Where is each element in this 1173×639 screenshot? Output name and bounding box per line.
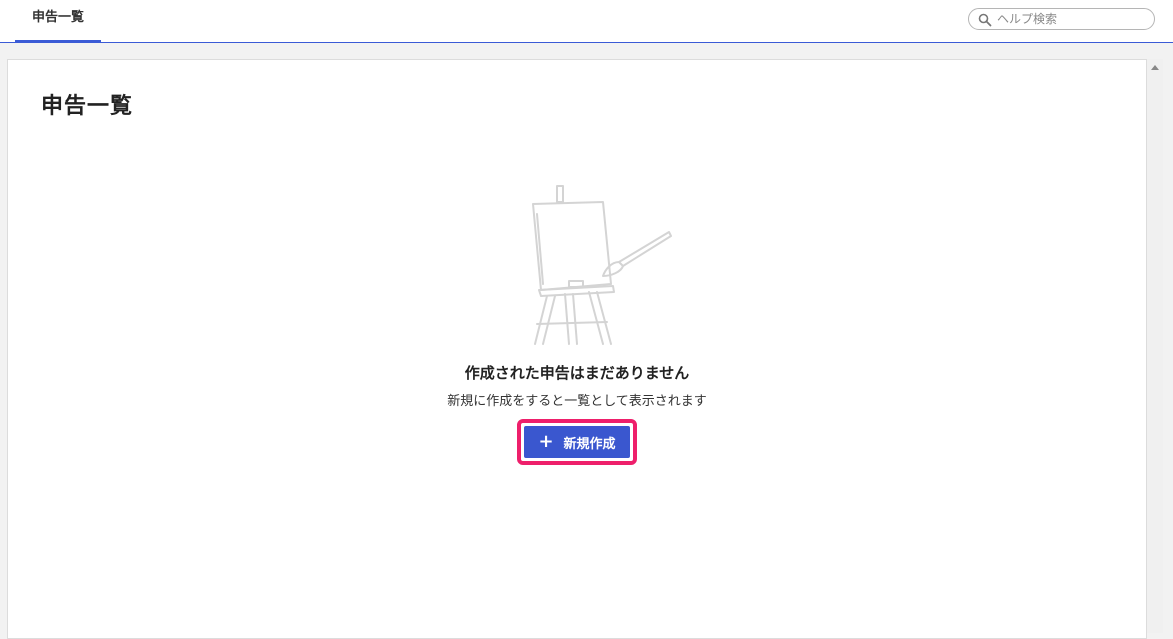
plus-icon: + <box>538 431 554 452</box>
create-new-button[interactable]: + 新規作成 <box>524 426 630 458</box>
top-bar: 申告一覧 <box>0 0 1173 43</box>
help-search[interactable] <box>968 8 1155 30</box>
easel-paintbrush-icon <box>532 185 672 345</box>
vertical-scrollbar[interactable] <box>1147 59 1163 633</box>
scroll-up-arrow-icon[interactable] <box>1151 65 1159 70</box>
page-title: 申告一覧 <box>41 94 134 119</box>
help-search-input[interactable] <box>997 10 1147 28</box>
empty-state-description: 新規に作成をすると一覧として表示されます <box>447 394 707 409</box>
empty-state-title: 作成された申告はまだありません <box>464 364 690 382</box>
create-button-highlight: + 新規作成 <box>517 419 637 465</box>
create-button-label: 新規作成 <box>563 436 616 452</box>
search-icon <box>978 13 992 27</box>
tab-label: 申告一覧 <box>31 10 84 25</box>
main-panel: 申告一覧 作成された申告はまだありません 新規に作成をすると一覧として表示されま… <box>7 59 1147 639</box>
tab-declaration-list[interactable]: 申告一覧 <box>15 0 101 43</box>
